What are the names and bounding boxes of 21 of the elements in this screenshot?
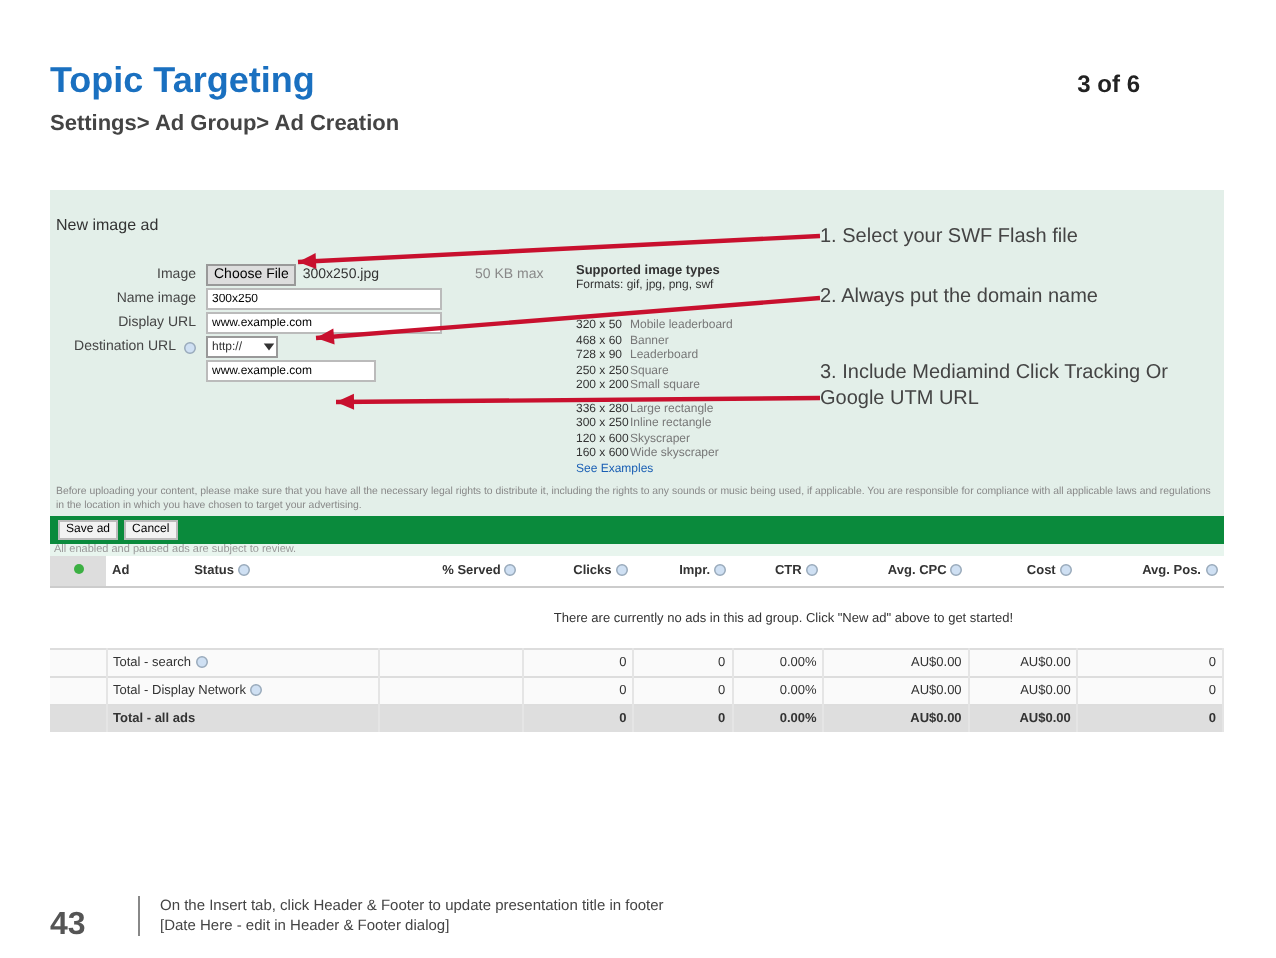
annotation-text: 1. Select your SWF Flash file: [820, 224, 1080, 250]
help-icon[interactable]: [615, 564, 628, 577]
annotation-text: 3. Include Mediamind Click Tracking Or Google UTM URL: [820, 360, 1170, 412]
slide-number: 43: [50, 908, 88, 944]
help-icon[interactable]: [184, 341, 196, 353]
breadcrumb: Settings> Ad Group> Ad Creation: [50, 112, 402, 136]
annotation-text: 2. Always put the domain name: [820, 284, 1100, 310]
help-icon[interactable]: [195, 656, 208, 669]
form-heading: New image ad: [56, 216, 161, 236]
help-icon[interactable]: [805, 564, 818, 577]
caret-icon: [262, 340, 276, 354]
slide-title: Topic Targeting: [50, 60, 315, 102]
help-icon[interactable]: [950, 564, 963, 577]
help-icon[interactable]: [1059, 564, 1072, 577]
status-dot-icon: [73, 564, 83, 574]
help-icon[interactable]: [1205, 564, 1217, 577]
page-indicator: 3 of 6: [1077, 70, 1140, 98]
help-icon[interactable]: [249, 684, 262, 697]
help-icon[interactable]: [237, 564, 250, 577]
help-icon[interactable]: [714, 564, 727, 577]
help-icon[interactable]: [504, 564, 517, 577]
